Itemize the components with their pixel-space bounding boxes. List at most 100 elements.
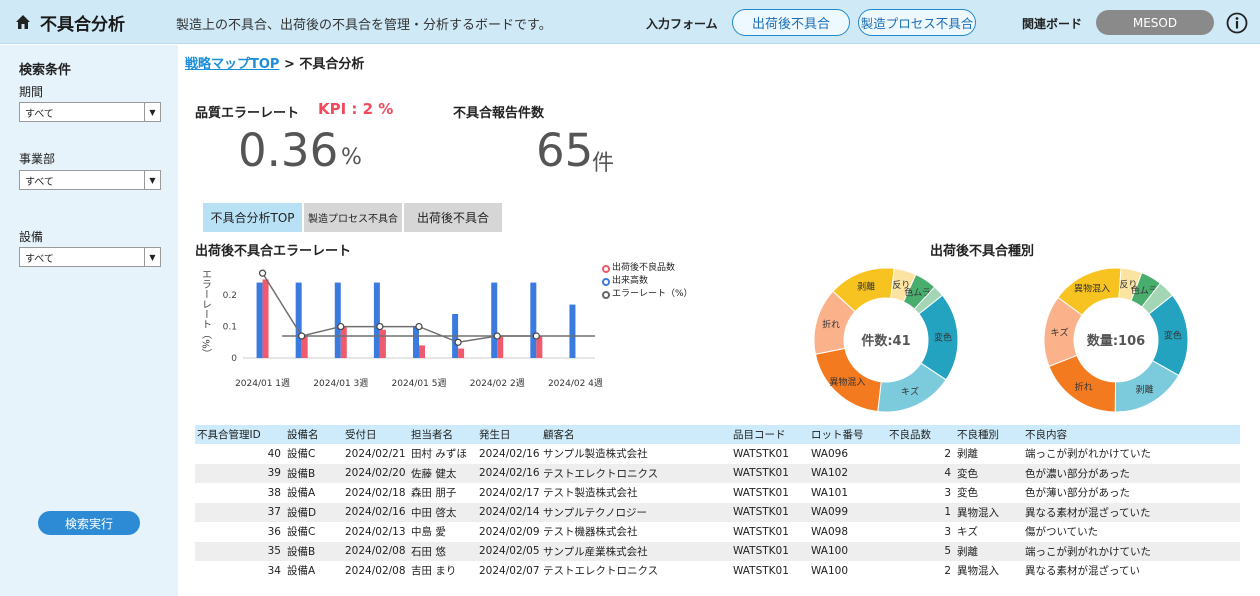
bar-output (491, 282, 498, 358)
table-cell: WA098 (811, 525, 849, 538)
column-header[interactable]: 不具合管理ID (195, 425, 285, 444)
tab-process-defects[interactable]: 製造プロセス不具合 (304, 203, 402, 232)
bar-chart-title: 出荷後不具合エラーレート (195, 244, 352, 259)
table-row[interactable]: 38 設備A 2024/02/18 森田 朋子 2024/02/17 テスト製造株式会社 W… (195, 483, 1240, 503)
table-cell: WATSTK01 (731, 463, 809, 483)
x-tick-label: 2024/02 4週 (548, 378, 603, 389)
bar-chart-legend: 出荷後不良品数 出来高数 エラーレート（%） (602, 262, 693, 301)
home-icon[interactable] (14, 13, 32, 31)
slice-label: 折れ (822, 319, 840, 331)
table-cell: 40 (267, 447, 281, 460)
table-cell: 異物混入 (955, 502, 1023, 522)
table-cell: WA102 (809, 463, 887, 483)
slice-label: 異物混入 (1074, 282, 1110, 294)
table-cell: 2024/02/17 (479, 486, 540, 499)
search-execute-button[interactable]: 検索実行 (38, 511, 140, 535)
table-cell: 2024/02/05 (477, 541, 541, 561)
column-header[interactable]: 受付日 (343, 425, 409, 444)
table-cell: サンプル産業株式会社 (541, 541, 731, 561)
shipping-defect-form-button[interactable]: 出荷後不具合 (732, 9, 850, 36)
table-row[interactable]: 39 設備B 2024/02/20 佐藤 健太 2024/02/16 テストエレクトロニク… (195, 463, 1240, 483)
legend-label: 出荷後不良品数 (612, 263, 676, 273)
error-rate-point (258, 269, 267, 277)
table-cell: WATSTK01 (733, 447, 789, 460)
donut-center-label: 数量:106 (1087, 333, 1145, 349)
table-cell: 石田 悠 (409, 541, 477, 561)
slice-label: 変色 (1164, 330, 1182, 342)
table-cell: 設備D (285, 502, 343, 522)
table-cell: 3 (944, 486, 951, 499)
mesod-button[interactable]: MESOD (1096, 10, 1214, 35)
column-header[interactable]: 設備名 (285, 425, 343, 444)
chevron-down-icon[interactable]: ▼ (144, 103, 160, 121)
table-cell: 39 (195, 463, 285, 483)
legend-item: 出荷後不良品数 (602, 262, 693, 275)
tab-defect-analysis-top[interactable]: 不具合分析TOP (203, 203, 302, 232)
info-icon[interactable] (1226, 12, 1248, 34)
division-select[interactable]: すべて ▼ (19, 170, 161, 190)
search-sidebar: 検索条件 期間 すべて ▼ 事業部 すべて ▼ 設備 すべて ▼ 検索実行 (0, 45, 178, 596)
bar-output (373, 282, 380, 358)
table-cell: 剥離 (955, 541, 1023, 561)
legend-marker (602, 277, 610, 286)
table-cell: 中島 愛 (411, 526, 446, 539)
table-cell: 色が薄い部分があった (1025, 487, 1130, 500)
table-cell: 3 (944, 525, 951, 538)
bar-defects (340, 326, 347, 358)
column-header[interactable]: 担当者名 (409, 425, 477, 444)
equipment-select[interactable]: すべて ▼ (19, 247, 161, 267)
table-cell: テスト機器株式会社 (543, 526, 638, 539)
legend-item: 出来高数 (602, 275, 693, 288)
table-row[interactable]: 36 設備C 2024/02/13 中島 愛 2024/02/09 テスト機器株式会社 WA… (195, 522, 1240, 542)
bar-defects (379, 329, 386, 358)
column-header[interactable]: 発生日 (477, 425, 541, 444)
x-tick-label: 2024/01 1週 (235, 378, 290, 389)
brand[interactable]: 不具合分析 (14, 0, 125, 44)
period-select[interactable]: すべて ▼ (19, 102, 161, 122)
table-cell: 設備B (285, 463, 343, 483)
table-cell: 森田 朋子 (411, 487, 457, 500)
chevron-down-icon[interactable]: ▼ (144, 248, 160, 266)
process-defect-form-button[interactable]: 製造プロセス不具合 (858, 9, 976, 36)
table-cell: 田村 みずほ (411, 448, 467, 461)
table-cell: 36 (267, 525, 281, 538)
slice-label: キズ (901, 386, 919, 398)
table-row[interactable]: 34 設備A 2024/02/08 吉田 まり 2024/02/07 テストエレクトロニク… (195, 561, 1240, 581)
breadcrumb-current: 不具合分析 (299, 57, 365, 72)
table-cell: 変色 (957, 487, 978, 500)
table-cell: WA101 (811, 486, 849, 499)
column-header[interactable]: ロット番号 (809, 425, 887, 444)
column-header[interactable]: 顧客名 (541, 425, 731, 444)
table-cell: 色が濃い部分があった (1023, 463, 1240, 483)
table-header-row: 不具合管理ID 設備名 受付日 担当者名 発生日 顧客名 品目コード ロット番号 不良品数 不良種… (195, 425, 1240, 444)
tab-shipping-defects[interactable]: 出荷後不具合 (404, 203, 502, 232)
table-cell: 2024/02/07 (479, 564, 540, 577)
table-cell: 端っこが剥がれかけていた (1023, 541, 1240, 561)
error-rate-bar-chart: エラーレート（%） 0 0.1 0.2 2024/01 1週 2024/01 3週 2024… (200, 269, 603, 389)
column-header[interactable]: 不良種別 (955, 425, 1023, 444)
table-cell: 2024/02/21 (345, 447, 406, 460)
column-header[interactable]: 不良品数 (887, 425, 955, 444)
chevron-down-icon[interactable]: ▼ (144, 171, 160, 189)
slice-label: 剥離 (857, 281, 875, 293)
equipment-select-value: すべて (25, 253, 54, 265)
slice-label: キズ (1050, 327, 1068, 339)
y-axis-title: エラーレート（%） (200, 269, 212, 359)
table-cell: 設備A (287, 565, 316, 578)
column-header[interactable]: 不良内容 (1023, 425, 1240, 444)
table-row[interactable]: 35 設備B 2024/02/08 石田 悠 2024/02/05 サンプル産業株式会社 W… (195, 541, 1240, 561)
x-tick-label: 2024/01 5週 (392, 378, 447, 389)
slice-label: 剥離 (1135, 383, 1153, 395)
table-row[interactable]: 40 設備C 2024/02/21 田村 みずほ 2024/02/16 サンプル製造株式会… (195, 444, 1240, 464)
table-row[interactable]: 37 設備D 2024/02/16 中田 啓太 2024/02/14 サンプルテクノロジー… (195, 502, 1240, 522)
bar-output (530, 282, 537, 358)
table-cell: 5 (887, 541, 955, 561)
breadcrumb-link-strategy-map[interactable]: 戦略マップTOP (185, 57, 279, 72)
table-cell: 2024/02/18 (345, 486, 406, 499)
table-cell: 2 (944, 564, 951, 577)
table-cell: 設備C (287, 526, 316, 539)
column-header[interactable]: 品目コード (731, 425, 809, 444)
table-cell: WA096 (811, 447, 849, 460)
table-cell: WATSTK01 (733, 564, 789, 577)
defect-report-count-value: 65 (536, 124, 594, 177)
